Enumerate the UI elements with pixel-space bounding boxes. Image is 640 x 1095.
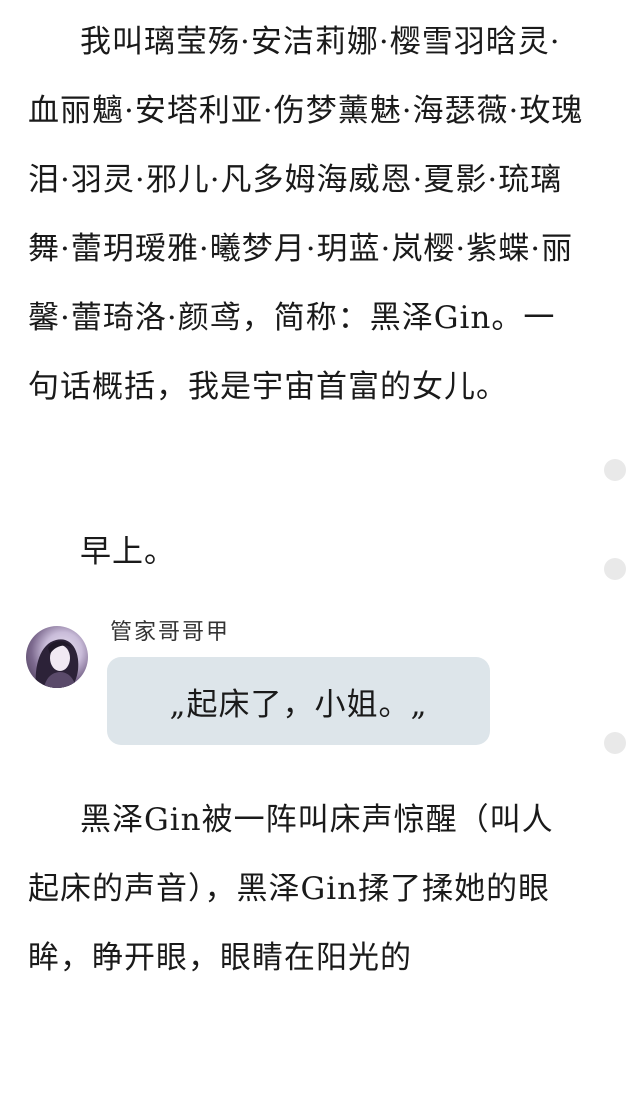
side-indicator-dot[interactable] [604,558,626,580]
speaker-name: 管家哥哥甲 [110,620,231,645]
reader-page[interactable]: 我叫璃莹殇·安洁莉娜·樱雪羽晗灵·血丽魑·安塔利亚·伤梦薰魅·海瑟薇·玫瑰泪·羽… [0,0,640,1095]
side-indicator-dot[interactable] [604,732,626,754]
story-paragraph-morning: 早上。 [80,534,176,570]
story-paragraph-intro: 我叫璃莹殇·安洁莉娜·樱雪羽晗灵·血丽魑·安塔利亚·伤梦薰魅·海瑟薇·玫瑰泪·羽… [28,24,584,405]
story-paragraph-wake: 黑泽Gin被一阵叫床声惊醒（叫人起床的声音），黑泽Gin揉了揉她的眼眸，睁开眼，… [28,802,554,976]
avatar-portrait-icon [35,639,79,688]
speaker-avatar[interactable] [26,626,88,688]
side-indicator-dot[interactable] [604,459,626,481]
dialogue-bubble: „起床了，小姐。„ [107,657,490,745]
dialogue-text: „起床了，小姐。„ [169,686,428,723]
